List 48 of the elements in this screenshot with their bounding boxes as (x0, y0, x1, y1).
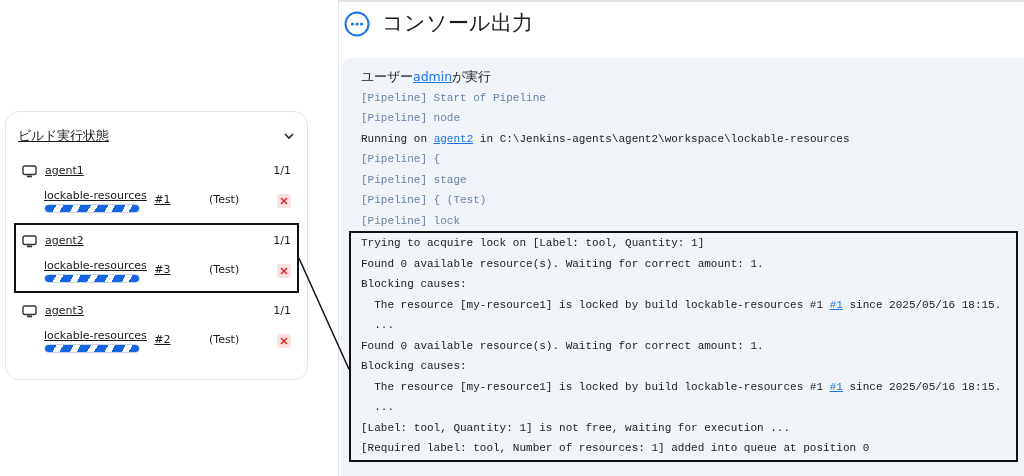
log-line: [Required label: tool, Number of resources: 1] added into queue at position 0 (360, 441, 871, 456)
log-link[interactable]: #1 (829, 380, 843, 393)
log-line: ... (373, 318, 395, 333)
log-line: The resource [my-resource1] is locked by build lockable-resources #1 #1 since 2025/05/16 18:15. (373, 379, 1003, 395)
job-link[interactable]: lockable-resources (44, 327, 155, 345)
log-line: [Pipeline] Start of Pipeline (360, 90, 547, 106)
chevron-icon[interactable] (283, 131, 295, 140)
monitor-icon (22, 305, 37, 318)
usage-count: 1/1 (273, 233, 291, 250)
build-number-link[interactable]: #2 (154, 332, 209, 349)
log-line: The resource [my-resource1] is locked by build lockable-resources #1 #1 since 2025/05/16 18:15. (373, 297, 1003, 313)
monitor-icon (22, 165, 37, 178)
panel-title-link[interactable]: ビルド実行状態 (18, 125, 109, 146)
agent-link[interactable]: agent3 (45, 303, 84, 320)
agent-link[interactable]: agent2 (45, 233, 84, 250)
stage-name: (Test) (209, 192, 241, 209)
cancel-button[interactable] (277, 263, 291, 278)
usage-count: 1/1 (273, 163, 291, 180)
log-line: [Pipeline] stage (360, 172, 468, 188)
log-link[interactable]: admin (413, 69, 453, 84)
log-line: Trying to acquire lock on [Label: tool, Quantity: 1] (360, 236, 706, 251)
build-number-link[interactable]: #3 (154, 262, 209, 279)
log-line: Found 0 available resource(s). Waiting for correct amount: 1. (360, 338, 765, 354)
log-line: [Label: tool, Quantity: 1] is not free, waiting for execution ... (360, 420, 792, 436)
job-link[interactable]: lockable-resources (44, 187, 155, 205)
cancel-button[interactable] (277, 193, 291, 208)
usage-count: 1/1 (273, 303, 291, 320)
log-line: [Pipeline] lock (360, 213, 462, 229)
build-number-link[interactable]: #1 (154, 192, 209, 209)
stage-name: (Test) (209, 332, 241, 349)
log-line: ユーザーadminが実行 (360, 68, 493, 86)
log-link[interactable]: #1 (829, 298, 843, 311)
monitor-icon (22, 235, 37, 248)
log-line: [Pipeline] node (360, 111, 462, 126)
log-line: Found 0 available resource(s). Waiting for correct amount: 1. (360, 256, 765, 272)
job-link[interactable]: lockable-resources (44, 257, 155, 275)
page-title: コンソール出力 (382, 10, 533, 37)
log-line: Running on agent2 in C:\Jenkins-agents\agent2\workspace\lockable-resources (360, 131, 851, 147)
log-line: [Pipeline] { (Test) (360, 193, 488, 208)
log-line: [Pipeline] { (360, 152, 442, 167)
agent-link[interactable]: agent1 (45, 163, 84, 180)
log-line: Blocking causes: (360, 359, 468, 374)
log-line: Blocking causes: (360, 277, 468, 292)
log-link[interactable]: agent2 (433, 132, 474, 145)
log-line: ... (373, 400, 395, 415)
console-icon (344, 10, 370, 37)
stage-name: (Test) (209, 262, 241, 279)
cancel-button[interactable] (277, 333, 291, 348)
